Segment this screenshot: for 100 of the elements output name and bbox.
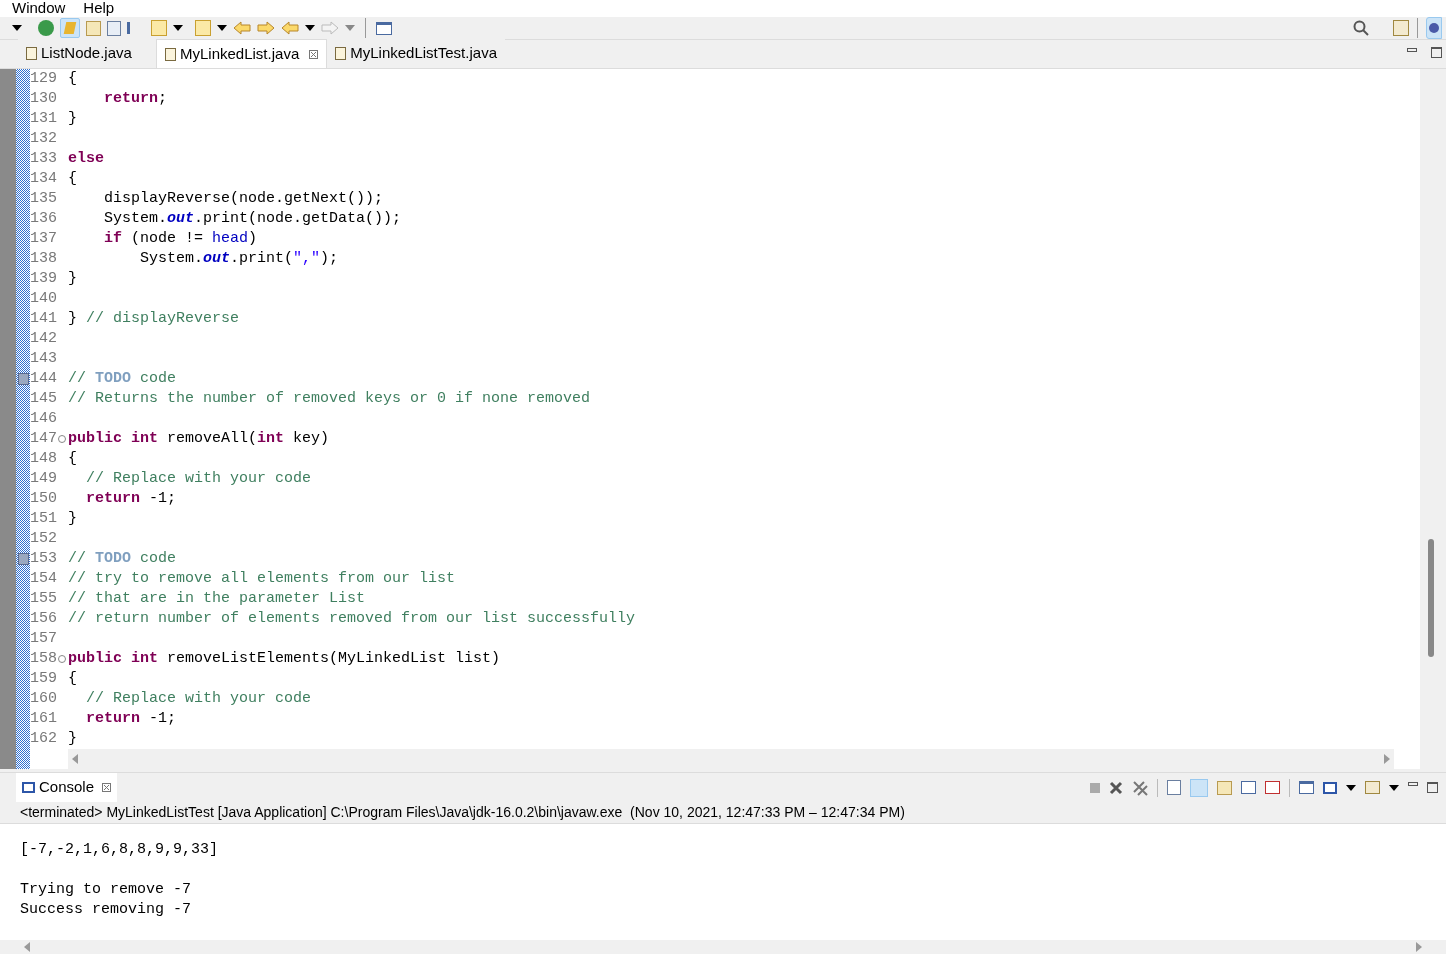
dropdown-caret-icon	[345, 25, 355, 31]
dropdown-caret-icon[interactable]	[217, 25, 227, 31]
maximize-icon[interactable]	[1431, 47, 1442, 58]
line-number: 139	[30, 268, 57, 289]
code-line: public int removeAll(int key)	[68, 428, 330, 449]
code-line: return;	[103, 88, 168, 109]
code-line: return -1;	[85, 708, 177, 729]
code-line: {	[68, 68, 77, 89]
code-line: }	[68, 508, 77, 529]
line-number: 137	[30, 228, 57, 249]
maximize-icon[interactable]	[1427, 782, 1438, 793]
menu-item[interactable]: Help	[83, 0, 115, 20]
line-number: 130	[30, 88, 57, 109]
editor-tab[interactable]: MyLinkedList.java	[156, 39, 328, 68]
code-line: // try to remove all elements from our list	[68, 568, 456, 589]
code-line: {	[68, 448, 77, 469]
code-line: }	[68, 268, 77, 289]
search-icon[interactable]	[1353, 20, 1369, 36]
console-output: Trying to remove -7	[20, 880, 193, 900]
window-pin-icon[interactable]	[1299, 781, 1314, 794]
code-line: System.out.print(",");	[139, 248, 339, 269]
line-number: 142	[30, 328, 57, 349]
java-file-icon	[26, 47, 37, 60]
console-tab[interactable]: Console	[16, 773, 118, 802]
java-file-icon	[165, 47, 176, 61]
code-line: // TODO code	[68, 548, 177, 569]
code-line: } // displayReverse	[68, 308, 240, 329]
remove-all-icon[interactable]	[1132, 779, 1148, 796]
code-line: if (node != head)	[103, 228, 258, 249]
display-console-icon[interactable]	[1323, 781, 1337, 794]
forward-arrow-icon[interactable]	[257, 21, 275, 35]
code-line: return -1;	[85, 488, 177, 509]
code-line: // Replace with your code	[85, 468, 312, 489]
code-line: }	[68, 108, 77, 129]
line-number: 140	[30, 288, 57, 309]
line-number: 132	[30, 128, 57, 149]
line-number: 159	[30, 668, 57, 689]
line-number: 147	[30, 428, 57, 449]
console-tab-label: Console	[39, 777, 95, 798]
line-number: 133	[30, 148, 57, 169]
line-number: 158	[30, 648, 57, 669]
close-icon[interactable]	[309, 49, 319, 59]
minimize-icon[interactable]	[1408, 781, 1418, 786]
stop-icon	[1090, 782, 1100, 793]
line-number: 138	[30, 248, 57, 269]
debug-icon[interactable]	[38, 20, 54, 36]
code-line: {	[68, 668, 77, 689]
code-line: System.out.print(node.getData());	[103, 208, 402, 229]
line-number: 136	[30, 208, 57, 229]
dropdown-caret-icon[interactable]	[1389, 784, 1399, 791]
close-icon[interactable]	[102, 783, 112, 792]
remove-launch-icon[interactable]	[1109, 780, 1123, 795]
dropdown-caret-icon[interactable]	[173, 25, 183, 31]
code-line: public int removeListElements(MyLinkedList list)	[68, 648, 501, 669]
line-number: 135	[30, 188, 57, 209]
fold-icon[interactable]	[58, 435, 66, 443]
dropdown-caret-icon[interactable]	[1346, 784, 1356, 791]
java-file-icon	[335, 47, 347, 60]
line-number: 144	[30, 368, 57, 389]
line-number: 157	[30, 628, 57, 649]
code-line: // Replace with your code	[85, 688, 312, 709]
line-number: 156	[30, 608, 57, 629]
line-number: 160	[30, 688, 57, 709]
dropdown-caret-icon[interactable]	[12, 25, 22, 31]
line-number: 149	[30, 468, 57, 489]
window-pin-icon[interactable]	[376, 21, 392, 35]
console-output: [-7,-2,1,6,8,8,9,9,33]	[20, 840, 220, 860]
code-line: // Returns the number of removed keys or 0 if none removed	[68, 388, 591, 409]
code-line: displayReverse(node.getNext());	[103, 188, 384, 209]
horizontal-scrollbar[interactable]	[68, 749, 1394, 769]
line-number: 148	[30, 448, 57, 469]
code-line: // that are in the parameter List	[68, 588, 366, 609]
line-number: 153	[30, 548, 57, 569]
document-icon[interactable]	[86, 20, 101, 36]
console-status: <terminated> MyLinkedListTest [Java Application] C:\Program Files\Java\jdk-16.0.2\bin\javaw.exe (Nov 10, 2021, 12:47:33 PM – 12:47:34 PM)	[20, 803, 905, 822]
code-line: }	[68, 728, 77, 749]
java-perspective-icon[interactable]	[1426, 17, 1442, 39]
line-number: 131	[30, 108, 57, 129]
vertical-scrollbar[interactable]	[1420, 69, 1446, 769]
console-output: Success removing -7	[20, 900, 193, 920]
line-number: 152	[30, 528, 57, 549]
code-line: else	[68, 148, 104, 169]
line-number: 134	[30, 168, 57, 189]
line-number: 155	[30, 588, 57, 609]
horizontal-scrollbar[interactable]	[0, 940, 1446, 954]
line-number: 143	[30, 348, 57, 369]
dropdown-caret-icon[interactable]	[305, 25, 315, 31]
line-number: 154	[30, 568, 57, 589]
code-line: // TODO code	[68, 368, 177, 389]
back-arrow-icon[interactable]	[281, 21, 299, 35]
fold-icon[interactable]	[58, 655, 66, 663]
minimize-icon[interactable]	[1407, 48, 1417, 52]
document-icon[interactable]	[107, 20, 121, 36]
code-line: {	[68, 168, 77, 189]
back-arrow-icon[interactable]	[233, 21, 251, 35]
line-number: 162	[30, 728, 57, 749]
menu-item[interactable]: Window	[12, 0, 66, 20]
code-line: // return number of elements removed from our list successfully	[68, 608, 636, 629]
line-number: 145	[30, 388, 57, 409]
line-number: 129	[30, 68, 57, 89]
